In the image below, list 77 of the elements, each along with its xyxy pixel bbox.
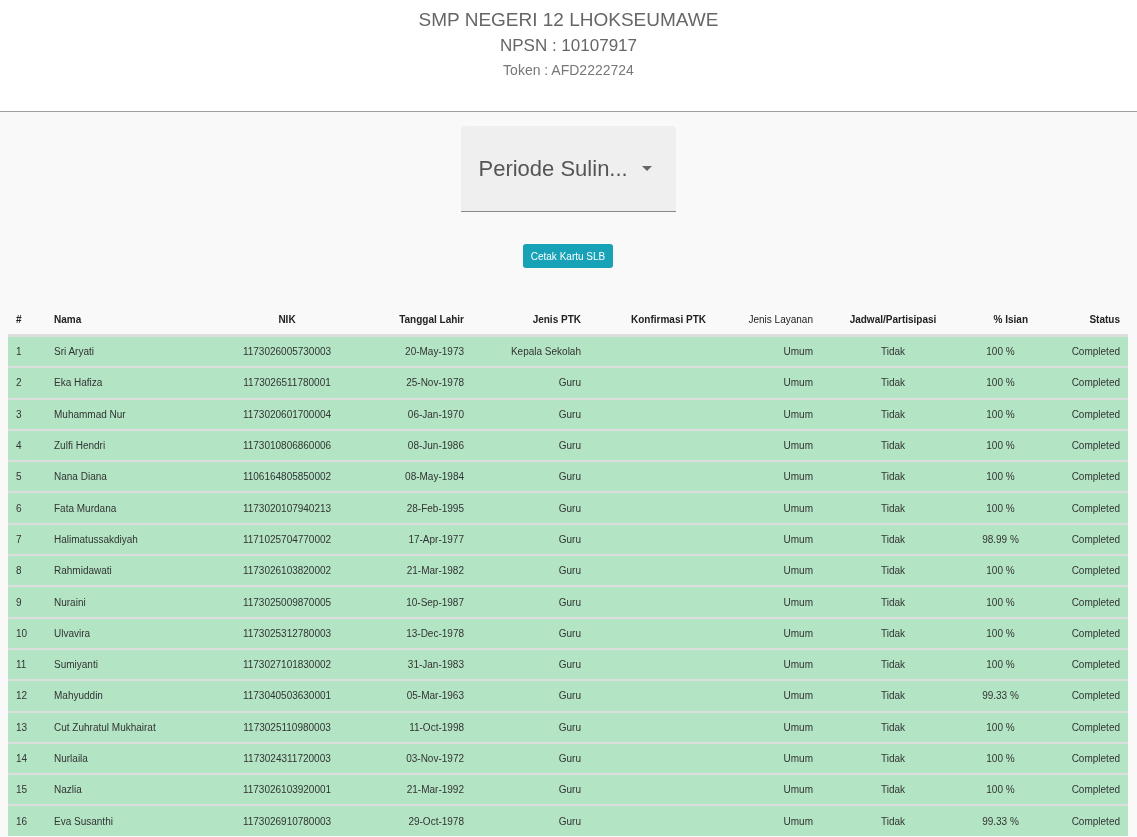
table-cell: Eka Hafiza <box>46 367 196 399</box>
table-cell: Completed <box>1036 617 1128 649</box>
table-cell: 28-Feb-1995 <box>378 492 472 524</box>
table-cell: 29-Oct-1978 <box>378 805 472 836</box>
dropdown-caret-icon <box>641 166 652 171</box>
table-cell: 16 <box>8 805 46 836</box>
table-cell: Muhammad Nur <box>46 398 196 430</box>
table-cell: Umum <box>714 367 821 399</box>
table-cell: Completed <box>1036 398 1128 430</box>
table-cell: Completed <box>1036 367 1128 399</box>
table-cell: 13-Dec-1978 <box>378 617 472 649</box>
table-cell: 100 % <box>965 398 1036 430</box>
table-cell: Tidak <box>821 617 965 649</box>
table-cell: Guru <box>472 586 589 618</box>
table-cell: Tidak <box>821 367 965 399</box>
table-cell: 25-Nov-1978 <box>378 367 472 399</box>
table-cell: 1173020107940213 <box>196 492 378 524</box>
table-cell: Guru <box>472 367 589 399</box>
table-cell: Guru <box>472 680 589 712</box>
table-cell: Guru <box>472 805 589 836</box>
table-cell: Guru <box>472 492 589 524</box>
table-cell: 100 % <box>965 367 1036 399</box>
table-cell: 1173025110980003 <box>196 711 378 743</box>
table-cell: Tidak <box>821 805 965 836</box>
table-cell: 100 % <box>965 617 1036 649</box>
table-cell: 05-Mar-1963 <box>378 680 472 712</box>
table-cell: Completed <box>1036 711 1128 743</box>
school-name: SMP NEGERI 12 LHOKSEUMAWE <box>418 8 719 32</box>
table-cell: 2 <box>8 367 46 399</box>
table-cell: 6 <box>8 492 46 524</box>
table-cell: Umum <box>714 680 821 712</box>
table-cell: 1173020601700004 <box>196 398 378 430</box>
npsn-text: NPSN : 10107917 <box>499 35 637 57</box>
table-cell: 99.33 % <box>965 805 1036 836</box>
table-cell: Eva Susanthi <box>46 805 196 836</box>
table-cell: Nuraini <box>46 586 196 618</box>
table-cell: 1173025312780003 <box>196 617 378 649</box>
table-cell: 12 <box>8 680 46 712</box>
table-cell: Guru <box>472 617 589 649</box>
period-select[interactable]: Periode Sulin... <box>460 126 676 212</box>
table-cell: Completed <box>1036 680 1128 712</box>
table-cell: 1173026511780001 <box>196 367 378 399</box>
table-cell: Ulvavira <box>46 617 196 649</box>
table-cell: 1173025009870005 <box>196 586 378 618</box>
table-cell: 10-Sep-1987 <box>378 586 472 618</box>
table-cell: 100 % <box>965 492 1036 524</box>
table-cell: 06-Jan-1970 <box>378 398 472 430</box>
table-cell: 10 <box>8 617 46 649</box>
table-cell: Mahyuddin <box>46 680 196 712</box>
table-cell: Cut Zuhratul Mukhairat <box>46 711 196 743</box>
table-cell: Umum <box>714 617 821 649</box>
table-cell: Umum <box>714 805 821 836</box>
table-cell: Tidak <box>821 586 965 618</box>
table-cell: 3 <box>8 398 46 430</box>
table-cell: 9 <box>8 586 46 618</box>
table-cell: Umum <box>714 398 821 430</box>
table-cell: Umum <box>714 711 821 743</box>
table-cell: 1173026910780003 <box>196 805 378 836</box>
table-cell: 100 % <box>965 586 1036 618</box>
token-text: Token : AFD2222724 <box>503 61 634 80</box>
table-cell: Fata Murdana <box>46 492 196 524</box>
table-cell: Completed <box>1036 805 1128 836</box>
table-cell: Umum <box>714 586 821 618</box>
table-cell: Guru <box>472 398 589 430</box>
table-cell: 11-Oct-1998 <box>378 711 472 743</box>
table-cell: Guru <box>472 711 589 743</box>
table-cell: Tidak <box>821 680 965 712</box>
table-cell: 1173040503630001 <box>196 680 378 712</box>
table-cell: 100 % <box>965 711 1036 743</box>
table-cell: Tidak <box>821 711 965 743</box>
table-cell: 13 <box>8 711 46 743</box>
table-cell: Tidak <box>821 398 965 430</box>
table-cell: Completed <box>1036 586 1128 618</box>
table-cell: 99.33 % <box>965 680 1036 712</box>
table-cell: Completed <box>1036 492 1128 524</box>
table-cell: Tidak <box>821 492 965 524</box>
table-cell: Umum <box>714 492 821 524</box>
